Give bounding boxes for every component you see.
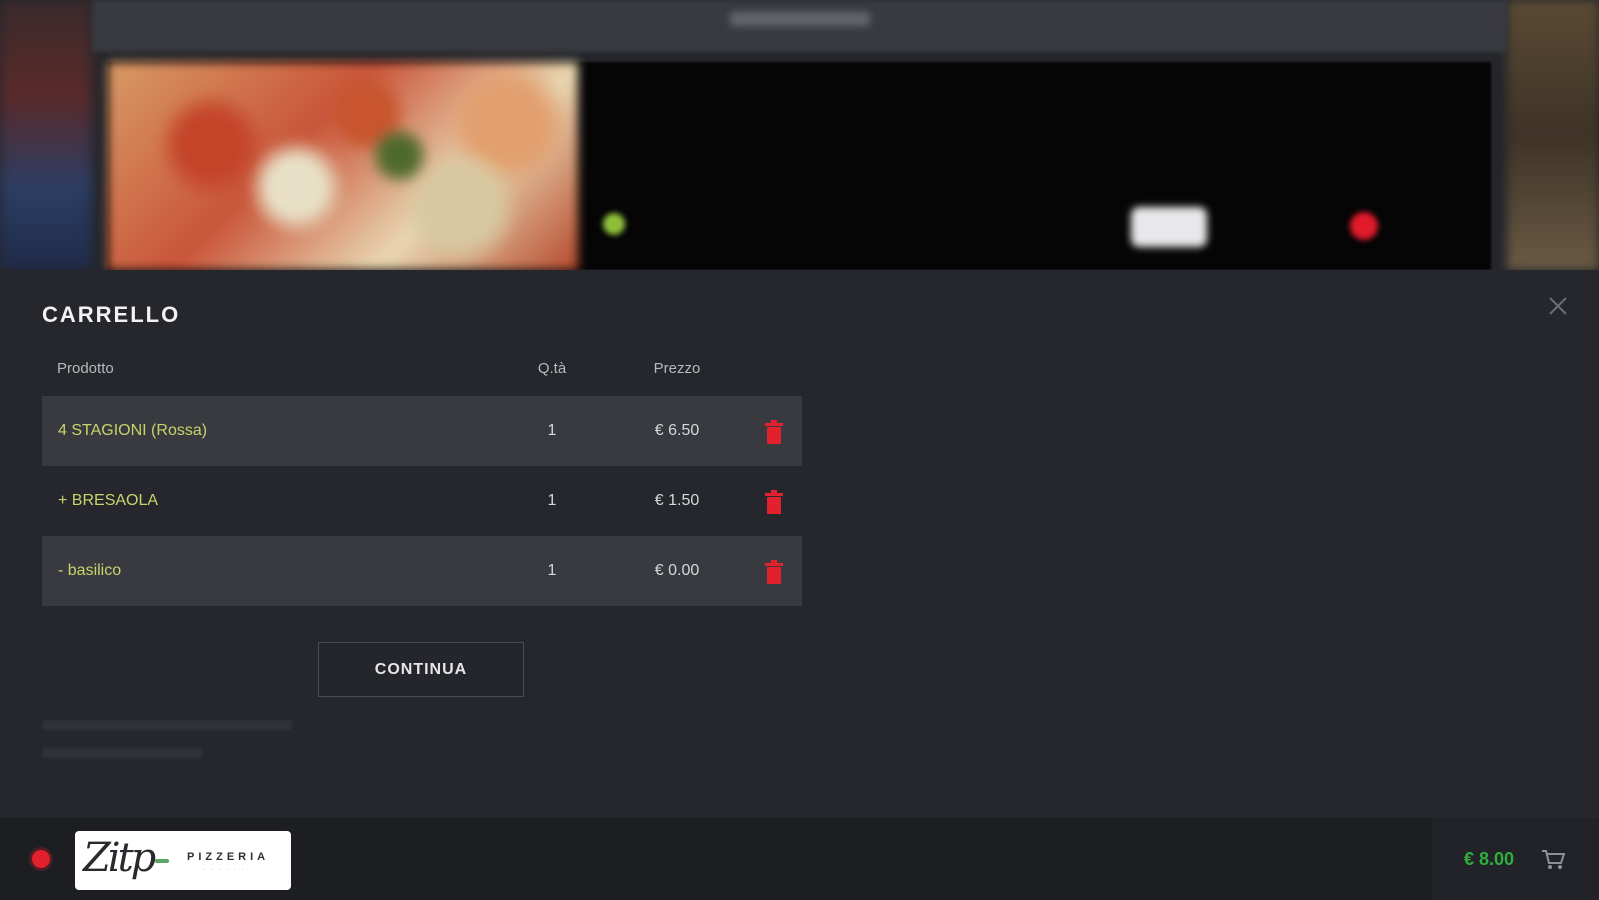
footer-copyright bbox=[42, 708, 292, 758]
status-indicator bbox=[32, 850, 50, 868]
cart-total[interactable]: € 8.00 bbox=[1464, 818, 1514, 900]
item-name: - basilico bbox=[58, 562, 122, 579]
item-price: € 0.00 bbox=[654, 562, 700, 579]
cart-title: CARRELLO bbox=[42, 302, 181, 327]
cart-panel: CARRELLO Prodotto Q.tà Prezzo 4 STAGIONI… bbox=[0, 270, 1599, 818]
logo-script: Zitp bbox=[83, 835, 156, 881]
trash-icon[interactable] bbox=[764, 420, 784, 444]
item-qty: 1 bbox=[547, 562, 557, 579]
logo-wordmark: PIZZERIA bbox=[187, 851, 270, 863]
background-veg-badge bbox=[603, 213, 625, 235]
continue-button[interactable]: CONTINUA bbox=[318, 642, 524, 697]
cart-table-header: Prodotto Q.tà Prezzo bbox=[42, 358, 802, 396]
item-name: + BRESAOLA bbox=[58, 492, 159, 509]
logo-accent bbox=[155, 859, 169, 863]
trash-icon[interactable] bbox=[764, 490, 784, 514]
column-price: Prezzo bbox=[653, 360, 701, 377]
brand-logo[interactable]: Zitp PIZZERIA · · · · · · bbox=[75, 831, 291, 890]
item-qty: 1 bbox=[547, 422, 557, 439]
background-add-button bbox=[1350, 212, 1378, 240]
table-row: + BRESAOLA 1 € 1.50 bbox=[42, 466, 802, 536]
cart-summary-area bbox=[1432, 818, 1599, 900]
bottom-bar: Zitp PIZZERIA · · · · · · € 8.00 bbox=[0, 818, 1599, 900]
item-name: 4 STAGIONI (Rossa) bbox=[58, 422, 208, 439]
item-price: € 1.50 bbox=[654, 492, 700, 509]
trash-icon[interactable] bbox=[764, 560, 784, 584]
item-qty: 1 bbox=[547, 492, 557, 509]
logo-tagline: · · · · · · bbox=[203, 867, 246, 873]
table-row: 4 STAGIONI (Rossa) 1 € 6.50 bbox=[42, 396, 802, 466]
background-category-bar bbox=[92, 0, 1507, 52]
background-price-pill bbox=[1131, 207, 1207, 247]
background-pizza-image bbox=[108, 62, 578, 270]
background-page bbox=[0, 0, 1599, 270]
close-icon[interactable] bbox=[1544, 292, 1572, 320]
cart-table: Prodotto Q.tà Prezzo 4 STAGIONI (Rossa) … bbox=[42, 358, 802, 606]
table-row: - basilico 1 € 0.00 bbox=[42, 536, 802, 606]
column-qty: Q.tà bbox=[537, 360, 567, 377]
cart-icon[interactable] bbox=[1541, 849, 1566, 871]
background-image-left bbox=[0, 0, 92, 270]
item-price: € 6.50 bbox=[654, 422, 700, 439]
column-product: Prodotto bbox=[57, 360, 114, 377]
background-image-right bbox=[1507, 0, 1599, 270]
background-category-title bbox=[730, 12, 870, 26]
